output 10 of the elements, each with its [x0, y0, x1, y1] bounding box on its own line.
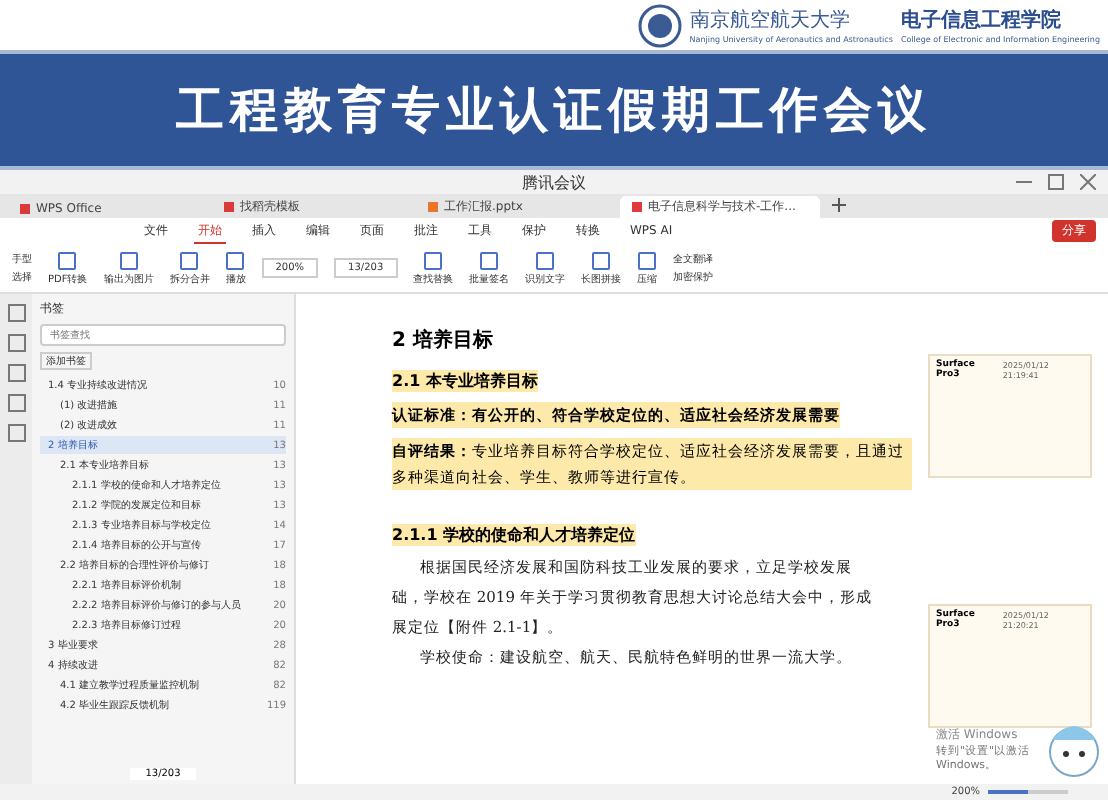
subsection-heading: 2.1.1 学校的使命和人才培养定位: [392, 524, 636, 546]
university-name: 南京航空航天大学: [689, 7, 852, 34]
window-title: 腾讯会议: [522, 171, 586, 193]
section-heading: 2.1 本专业培养目标: [392, 370, 538, 392]
college-name: 电子信息工程学院: [900, 7, 1063, 34]
maximize-icon[interactable]: [1048, 174, 1064, 190]
close-icon[interactable]: [1080, 174, 1096, 190]
document-heading: 2 培养目标: [392, 326, 493, 354]
new-tab-icon[interactable]: [832, 198, 846, 212]
banner-title: 工程教育专业认证假期工作会议: [176, 78, 932, 142]
